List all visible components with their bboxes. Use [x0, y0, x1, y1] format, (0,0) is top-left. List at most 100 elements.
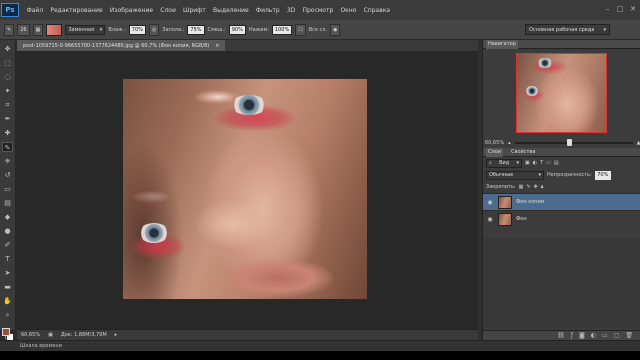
folder-icon[interactable]: ▭: [602, 332, 608, 339]
filter-shape-icon[interactable]: ▭: [546, 160, 551, 166]
pressure-label: Нажим:: [248, 26, 269, 33]
layer-name[interactable]: Фон копия: [516, 199, 544, 205]
menu-item[interactable]: Шрифт: [179, 7, 209, 14]
status-menu-arrow-icon[interactable]: ▸: [115, 332, 118, 338]
close-icon[interactable]: ✕: [630, 5, 636, 13]
menu-item[interactable]: Просмотр: [299, 7, 337, 14]
layer-filter-dropdown[interactable]: ⌕ Вид ▾: [486, 158, 522, 168]
canvas-area[interactable]: [17, 51, 478, 329]
layer-thumbnail[interactable]: [498, 195, 512, 209]
workspace-dropdown[interactable]: Основная рабочая среда ▾: [525, 24, 610, 35]
zoom-out-icon[interactable]: ▴: [508, 140, 511, 146]
blend-mode-dropdown[interactable]: Обычные ▾: [486, 170, 544, 180]
blur-tool-icon[interactable]: ◆: [2, 212, 13, 222]
filter-icon: ⌕: [489, 160, 492, 166]
tab-layers[interactable]: Слои: [486, 147, 503, 157]
adjustment-icon[interactable]: ◐: [591, 332, 596, 339]
visibility-eye-icon[interactable]: ◉: [486, 199, 494, 206]
menu-item[interactable]: 3D: [283, 7, 299, 14]
pen-tool-icon[interactable]: ✐: [2, 240, 13, 250]
navigator-thumbnail[interactable]: [516, 53, 607, 133]
menu-item[interactable]: Редактирование: [47, 7, 107, 14]
maximize-icon[interactable]: □: [617, 5, 624, 13]
brush-tool-preset-icon[interactable]: ✎: [4, 23, 15, 36]
timeline-bar: Шкала времени: [0, 340, 640, 351]
zoom-level[interactable]: 60,65%: [21, 332, 40, 338]
timeline-label[interactable]: Шкала времени: [20, 343, 62, 349]
all-layers-checkbox[interactable]: ☐: [295, 23, 306, 36]
close-icon[interactable]: ×: [215, 43, 219, 49]
lock-all-icon[interactable]: 🔒︎: [541, 184, 544, 190]
pressure-opacity-icon[interactable]: ◎: [148, 23, 160, 36]
trash-icon[interactable]: 🗑︎: [625, 332, 633, 339]
status-icon[interactable]: ▣: [48, 332, 53, 338]
layer-opacity-field[interactable]: 70%: [594, 170, 611, 180]
hand-tool-icon[interactable]: ✋: [2, 296, 13, 306]
eraser-tool-icon[interactable]: ▭: [2, 184, 13, 194]
link-icon[interactable]: ⛓: [557, 332, 565, 339]
menu-item[interactable]: Фильтр: [252, 7, 283, 14]
zoom-slider-knob[interactable]: [566, 139, 572, 146]
shape-tool-icon[interactable]: ▬: [2, 282, 13, 292]
navigator-zoom-value[interactable]: 60,65%: [485, 140, 504, 146]
menu-item[interactable]: Выделение: [209, 7, 252, 14]
tab-navigator[interactable]: Навигатор: [486, 39, 518, 49]
layer-thumbnail[interactable]: [498, 212, 512, 226]
gradient-tool-icon[interactable]: ▤: [2, 198, 13, 208]
new-layer-icon[interactable]: ▢: [614, 332, 620, 339]
filter-smart-icon[interactable]: ▤: [554, 160, 559, 166]
brush-color-swatch[interactable]: [46, 23, 63, 36]
layer-name[interactable]: Фон: [516, 216, 527, 222]
dodge-tool-icon[interactable]: ●: [2, 226, 13, 236]
visibility-eye-icon[interactable]: ◉: [486, 216, 494, 223]
navigator-zoom-slider[interactable]: [514, 139, 633, 146]
fx-icon[interactable]: ƒ: [571, 332, 573, 339]
layer-row[interactable]: ◉ Фон: [483, 210, 640, 227]
menu-item[interactable]: Слои: [157, 7, 180, 14]
crop-tool-icon[interactable]: ⌗: [2, 100, 13, 110]
app-logo: Ps: [1, 3, 19, 17]
type-tool-icon[interactable]: T: [2, 254, 13, 264]
layers-empty-area[interactable]: [483, 238, 640, 328]
menu-item[interactable]: Файл: [23, 7, 47, 14]
healing-tool-icon[interactable]: ✚: [2, 128, 13, 138]
eyedropper-tool-icon[interactable]: ✒: [2, 114, 13, 124]
brush-tool-icon[interactable]: ✎: [2, 142, 13, 152]
smoothing-field[interactable]: 90%: [228, 24, 246, 35]
nav-eye-left: [525, 86, 539, 96]
lock-transparency-icon[interactable]: ▦: [519, 184, 524, 190]
quick-select-tool-icon[interactable]: ✦: [2, 86, 13, 96]
tablet-pressure-icon[interactable]: ◉: [330, 23, 341, 36]
document-status-bar: 60,65% ▣ Док: 1,88M/3,79M ▸: [17, 329, 478, 340]
document-tab[interactable]: post-1059715-0-96655700-1377624480.jpg @…: [17, 40, 226, 51]
lock-position-icon[interactable]: ✥: [534, 184, 538, 190]
opacity-field[interactable]: 70%: [128, 24, 146, 35]
lasso-tool-icon[interactable]: ◌: [2, 72, 13, 82]
menu-item[interactable]: Справка: [360, 7, 394, 14]
flow-field[interactable]: 75%: [187, 24, 205, 35]
brush-panel-toggle-icon[interactable]: ▦: [32, 23, 44, 36]
pressure-field[interactable]: 100%: [271, 24, 293, 35]
tab-properties[interactable]: Свойства: [509, 148, 537, 157]
zoom-in-icon[interactable]: ▲: [637, 140, 640, 146]
filter-type-icon[interactable]: T: [540, 160, 543, 166]
filter-pixel-icon[interactable]: ▣: [525, 160, 530, 166]
foreground-color-swatch[interactable]: [1, 328, 10, 336]
minimize-icon[interactable]: –: [606, 5, 610, 13]
path-select-tool-icon[interactable]: ➤: [2, 268, 13, 278]
mask-icon[interactable]: ◙: [579, 332, 585, 339]
portrait-image[interactable]: [123, 79, 367, 299]
move-tool-icon[interactable]: ✥: [2, 44, 13, 54]
menu-item[interactable]: Окно: [337, 7, 360, 14]
zoom-tool-icon[interactable]: ⌕: [2, 310, 13, 320]
menu-item[interactable]: Изображение: [106, 7, 156, 14]
layers-lock-row: Закрепить: ▦ ✎ ✥ 🔒︎: [483, 181, 640, 193]
mode-dropdown[interactable]: Заменная ▾: [65, 24, 106, 35]
clone-stamp-tool-icon[interactable]: ⎈: [2, 156, 13, 166]
brush-size-picker[interactable]: 26: [17, 23, 30, 36]
layer-row[interactable]: ◉ Фон копия: [483, 193, 640, 210]
filter-adjust-icon[interactable]: ◐: [533, 160, 537, 166]
lock-pixels-icon[interactable]: ✎: [526, 184, 530, 190]
marquee-tool-icon[interactable]: ⬚: [2, 58, 13, 68]
history-brush-tool-icon[interactable]: ↺: [2, 170, 13, 180]
